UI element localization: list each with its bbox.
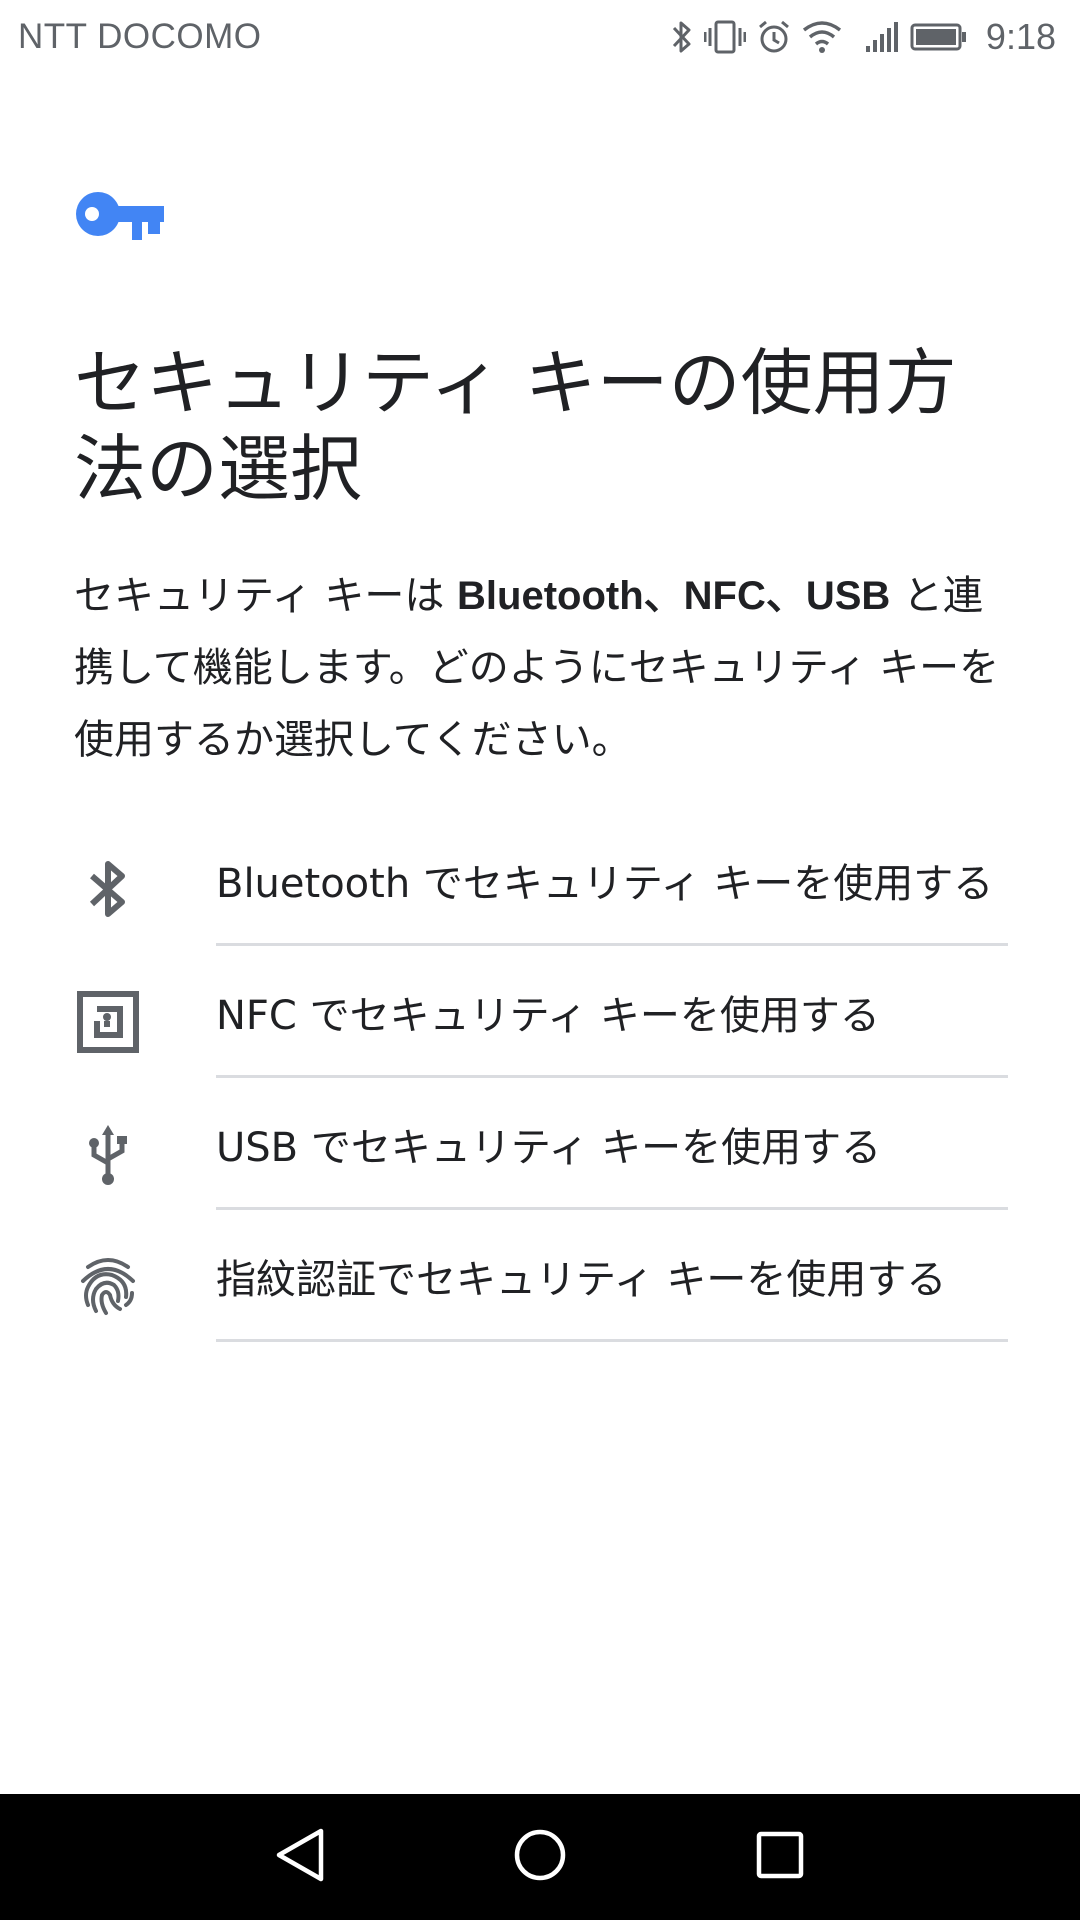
connection-options-list: Bluetooth でセキュリティ キーを使用する NFC でセキュリティ キー… (0, 824, 1080, 1352)
back-icon (273, 1826, 327, 1888)
page-title: セキュリティ キーの使用方法の選択 (74, 341, 957, 511)
option-bluetooth[interactable]: Bluetooth でセキュリティ キーを使用する (0, 824, 1080, 956)
alarm-icon (756, 18, 792, 56)
description-text: セキュリティ キーは Bluetooth、NFC、USB と連携して機能します。… (74, 560, 1014, 776)
carrier-name: NTT DOCOMO (18, 17, 262, 56)
key-icon (74, 190, 166, 242)
option-usb[interactable]: USB でセキュリティ キーを使用する (0, 1088, 1080, 1220)
option-nfc[interactable]: NFC でセキュリティ キーを使用する (0, 956, 1080, 1088)
fingerprint-icon (74, 1252, 142, 1320)
usb-icon (74, 1120, 142, 1188)
bluetooth-icon (74, 856, 142, 924)
option-fingerprint[interactable]: 指紋認証でセキュリティ キーを使用する (0, 1220, 1080, 1352)
nfc-icon (74, 988, 142, 1056)
divider (216, 1075, 1008, 1078)
wifi-icon (802, 18, 842, 56)
divider (216, 1339, 1008, 1342)
back-button[interactable] (255, 1812, 345, 1902)
option-label: USB でセキュリティ キーを使用する (216, 1125, 882, 1171)
description-part1: セキュリティ キーは (74, 573, 458, 619)
option-label: Bluetooth でセキュリティ キーを使用する (216, 861, 994, 907)
vibrate-icon (703, 18, 746, 56)
option-label: NFC でセキュリティ キーを使用する (216, 993, 880, 1039)
home-icon (513, 1828, 567, 1886)
home-button[interactable] (495, 1812, 585, 1902)
navigation-bar (0, 1794, 1080, 1920)
description-bold: Bluetooth、NFC、USB (457, 574, 891, 618)
recents-icon (755, 1830, 805, 1884)
recents-button[interactable] (735, 1812, 825, 1902)
divider (216, 1207, 1008, 1210)
status-bar: NTT DOCOMO 9:18 (0, 0, 1080, 74)
bluetooth-icon (670, 18, 694, 56)
status-icons: 9:18 (670, 16, 1056, 58)
signal-icon (864, 18, 900, 56)
battery-icon (910, 18, 968, 56)
clock: 9:18 (985, 16, 1056, 57)
divider (216, 943, 1008, 946)
option-label: 指紋認証でセキュリティ キーを使用する (216, 1257, 947, 1303)
